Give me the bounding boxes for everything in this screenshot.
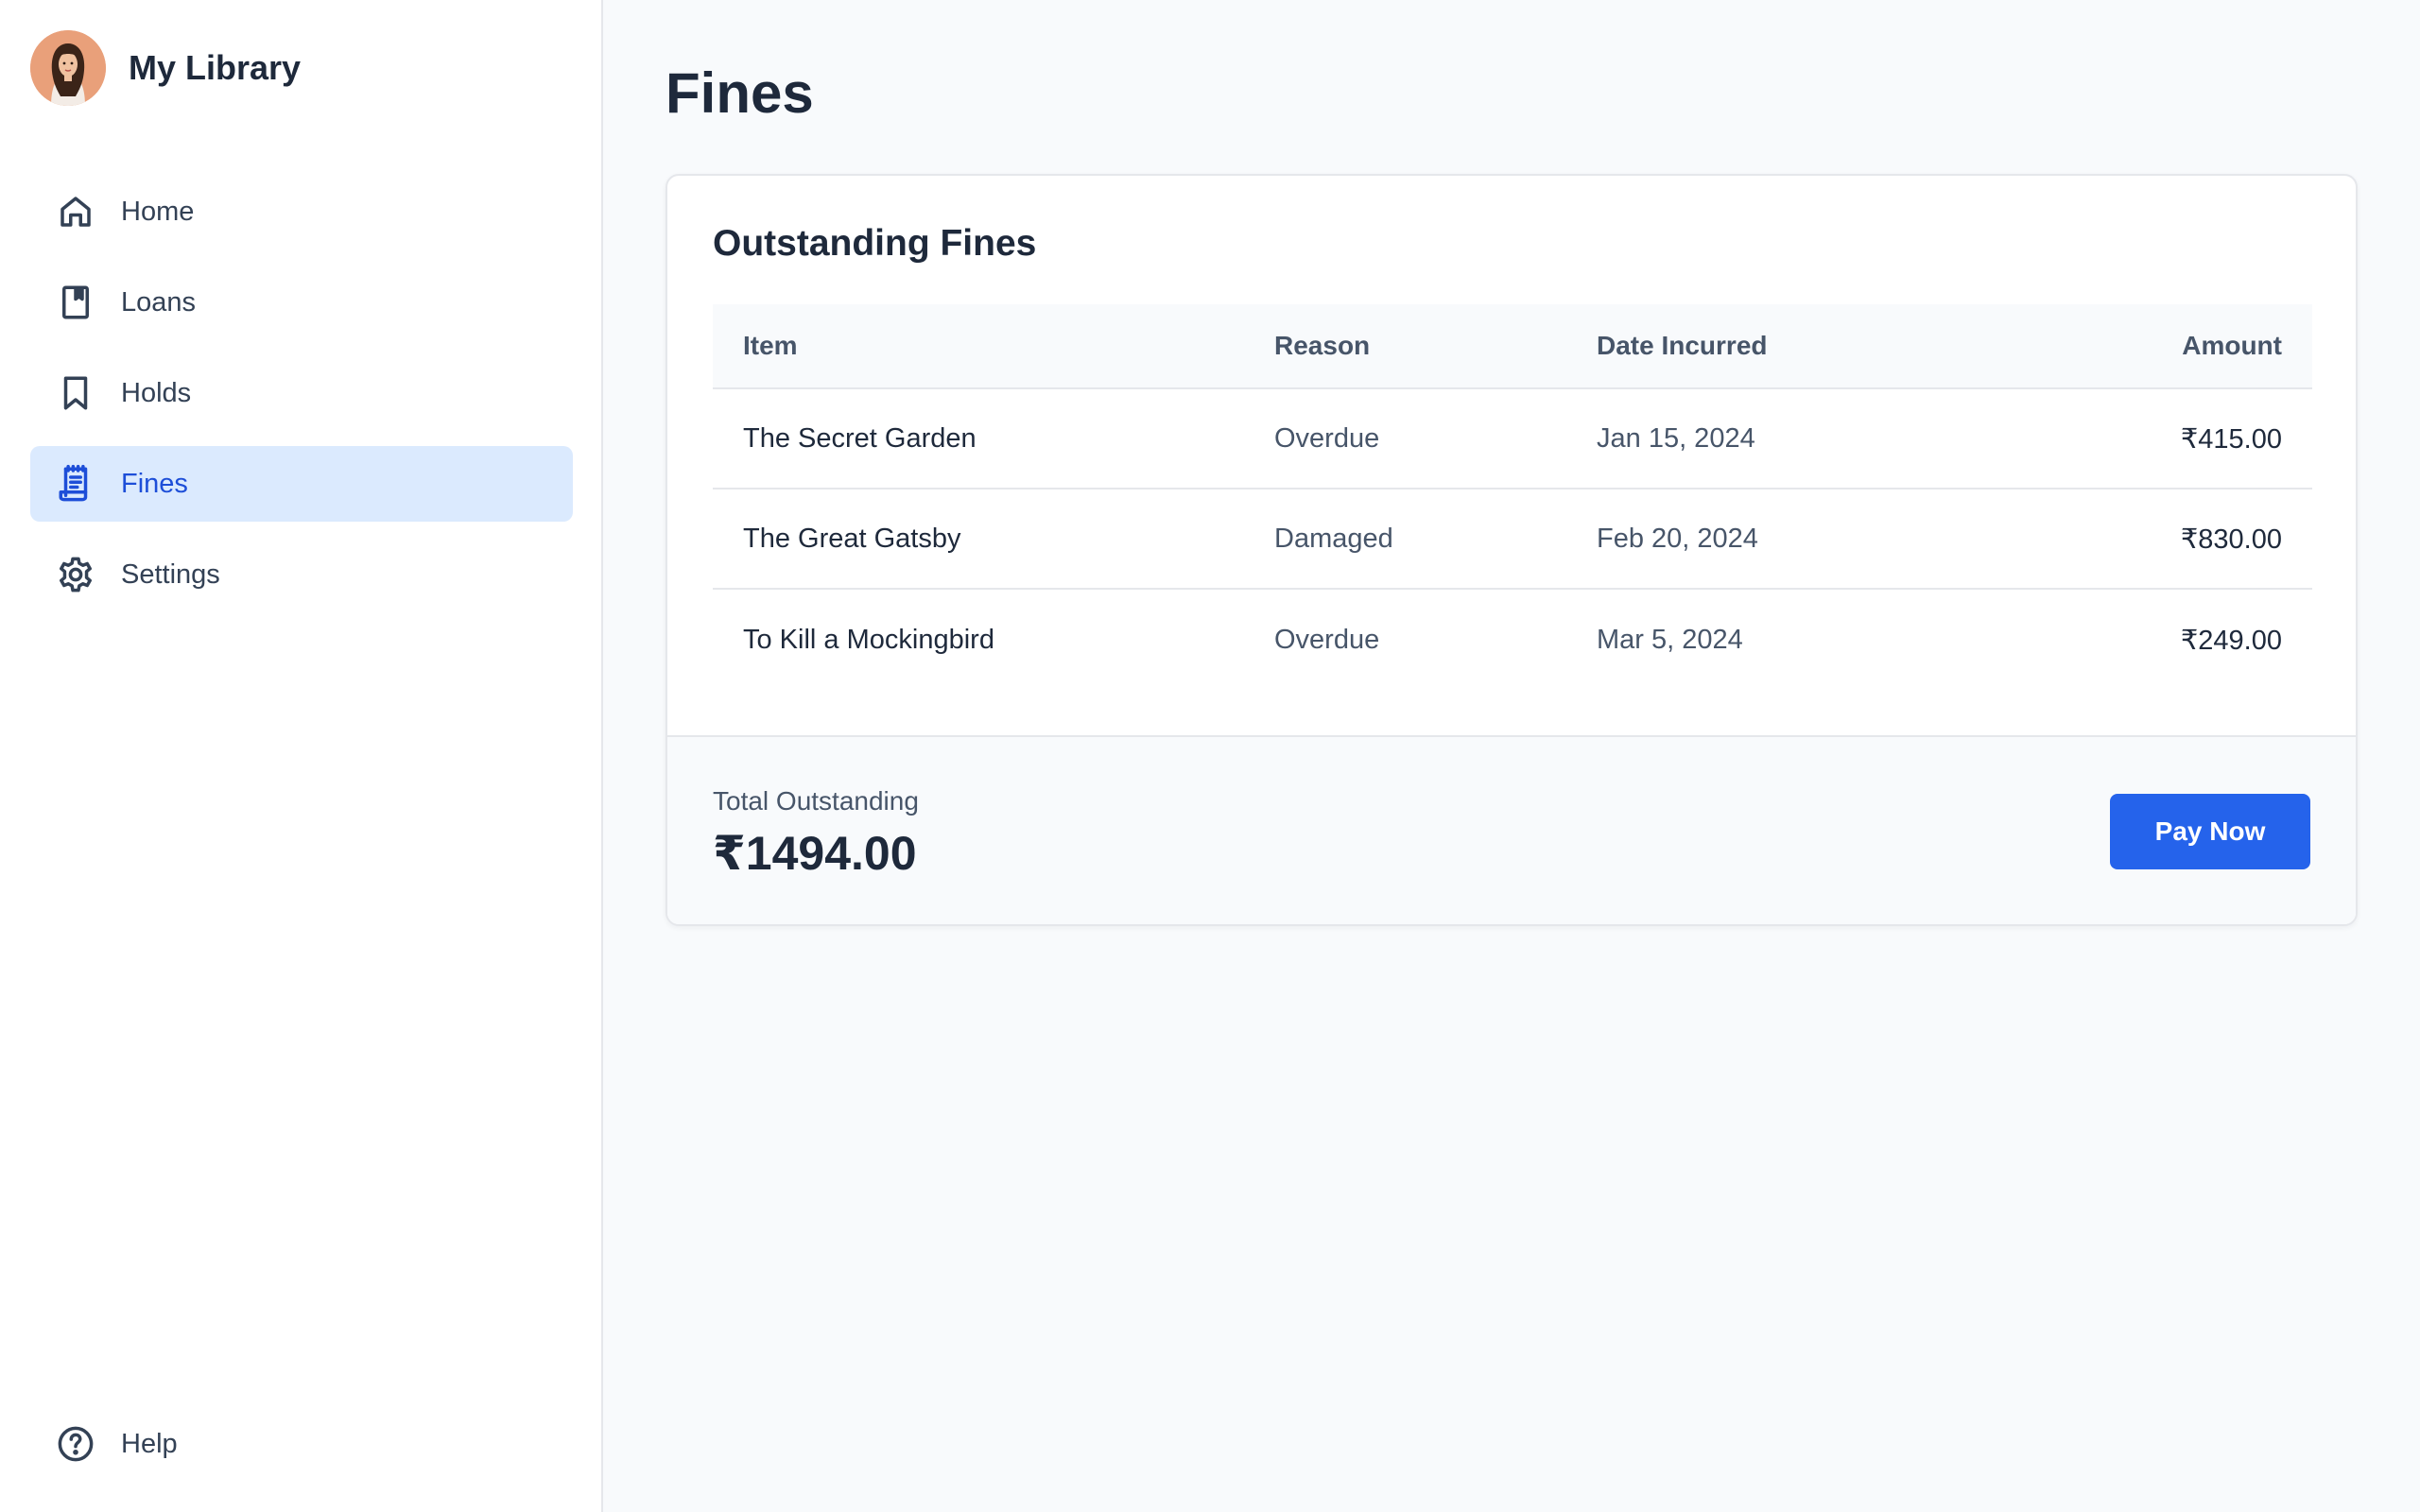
sidebar-item-label: Home	[121, 196, 195, 227]
sidebar-item-fines[interactable]: Fines	[30, 446, 573, 522]
column-header-reason: Reason	[1274, 331, 1371, 360]
main-content: Fines Outstanding Fines Item Reason Date…	[603, 0, 2420, 1512]
fines-card: Outstanding Fines Item Reason Date Incur…	[666, 174, 2358, 926]
fines-table: Item Reason Date Incurred Amount The Sec…	[713, 304, 2312, 690]
column-header-item: Item	[743, 331, 798, 360]
table-row: The Secret Garden Overdue Jan 15, 2024 ₹…	[713, 389, 2312, 490]
receipt-icon	[55, 463, 96, 505]
bookmark-icon	[55, 372, 96, 414]
total-amount: ₹1494.00	[713, 827, 917, 880]
cell-date: Feb 20, 2024	[1597, 523, 1758, 554]
card-footer: Total Outstanding ₹1494.00 Pay Now	[667, 735, 2356, 924]
gear-icon	[55, 554, 96, 595]
sidebar: My Library Home Loans Holds Fines Settin…	[0, 0, 603, 1512]
page-title: Fines	[666, 61, 814, 125]
cell-date: Mar 5, 2024	[1597, 624, 1743, 655]
cell-item: To Kill a Mockingbird	[743, 624, 994, 655]
card-title: Outstanding Fines	[713, 223, 1037, 264]
sidebar-item-home[interactable]: Home	[30, 174, 573, 249]
help-icon	[55, 1423, 96, 1465]
table-row: To Kill a Mockingbird Overdue Mar 5, 202…	[713, 590, 2312, 690]
sidebar-item-settings[interactable]: Settings	[30, 537, 573, 612]
pay-now-button[interactable]: Pay Now	[2110, 794, 2310, 869]
book-icon	[55, 282, 96, 323]
total-label: Total Outstanding	[713, 786, 919, 816]
cell-amount: ₹415.00	[2180, 423, 2282, 455]
column-header-date: Date Incurred	[1597, 331, 1768, 360]
cell-reason: Damaged	[1274, 523, 1393, 554]
home-icon	[55, 191, 96, 232]
brand: My Library	[30, 30, 301, 106]
sidebar-nav: Home Loans Holds Fines Settings	[30, 174, 573, 627]
help-section: Help	[30, 1406, 573, 1497]
sidebar-item-label: Help	[121, 1428, 178, 1459]
cell-reason: Overdue	[1274, 422, 1380, 454]
sidebar-item-holds[interactable]: Holds	[30, 355, 573, 431]
table-row: The Great Gatsby Damaged Feb 20, 2024 ₹8…	[713, 490, 2312, 590]
cell-reason: Overdue	[1274, 624, 1380, 655]
table-header: Item Reason Date Incurred Amount	[713, 304, 2312, 389]
avatar-portrait-icon	[30, 30, 106, 106]
cell-amount: ₹249.00	[2180, 625, 2282, 656]
column-header-amount: Amount	[2182, 331, 2282, 360]
sidebar-item-label: Fines	[121, 468, 188, 499]
app-root: My Library Home Loans Holds Fines Settin…	[0, 0, 2420, 1512]
sidebar-item-label: Holds	[121, 377, 192, 408]
app-title: My Library	[129, 48, 302, 87]
sidebar-item-label: Settings	[121, 558, 220, 590]
sidebar-item-help[interactable]: Help	[30, 1406, 573, 1482]
cell-item: The Secret Garden	[743, 422, 977, 454]
avatar[interactable]	[30, 30, 106, 106]
cell-item: The Great Gatsby	[743, 523, 961, 554]
cell-date: Jan 15, 2024	[1597, 422, 1755, 454]
cell-amount: ₹830.00	[2180, 524, 2282, 555]
sidebar-item-label: Loans	[121, 286, 197, 318]
sidebar-item-loans[interactable]: Loans	[30, 265, 573, 340]
